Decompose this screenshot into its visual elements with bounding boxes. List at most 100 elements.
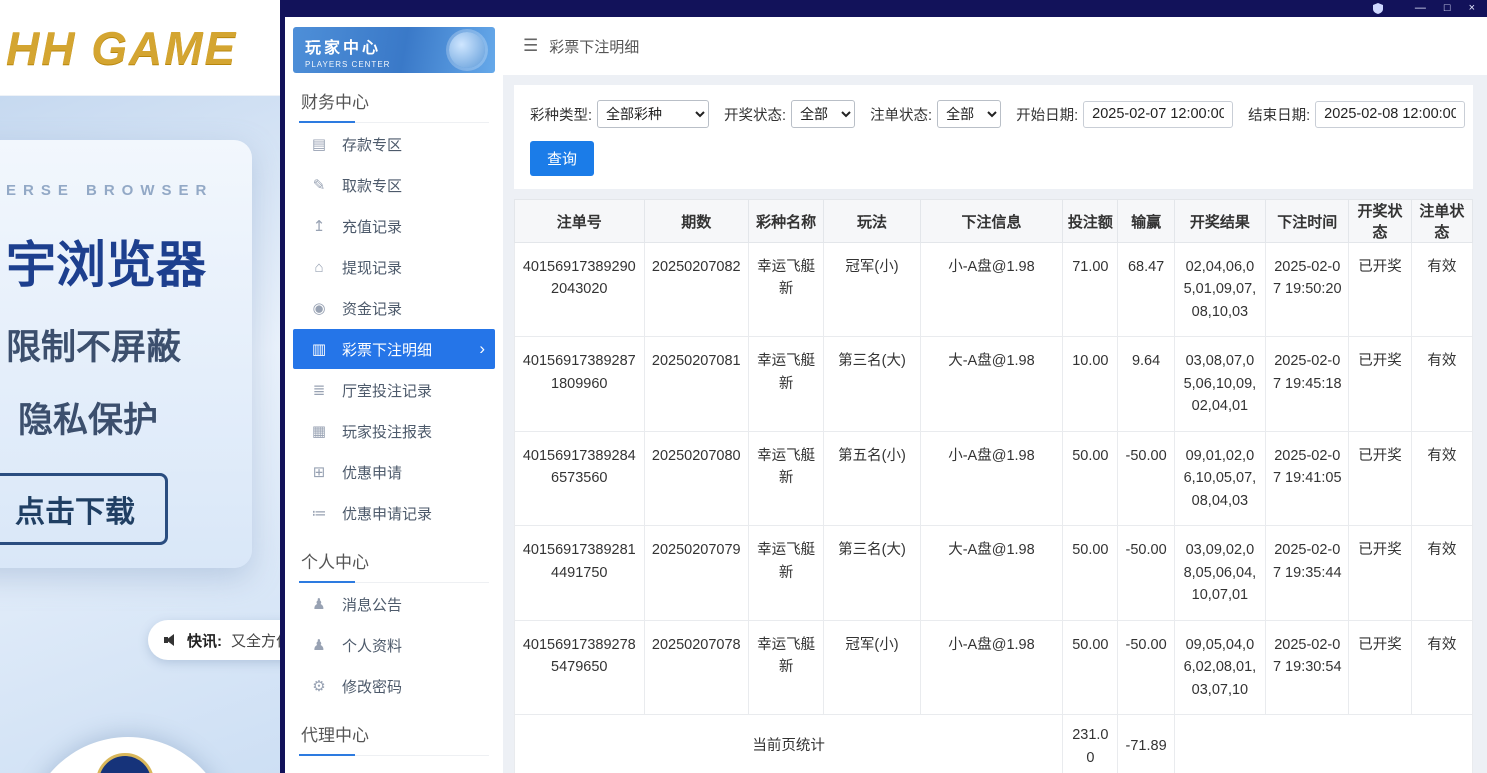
- sidebar-item-funds-record[interactable]: ◉ 资金记录: [293, 288, 495, 328]
- minimize-icon[interactable]: —: [1415, 3, 1426, 14]
- sidebar-item-label: 资金记录: [342, 300, 403, 318]
- sidebar-item-withdraw[interactable]: ✎ 取款专区: [293, 165, 495, 205]
- end-date-input[interactable]: [1315, 100, 1466, 128]
- table-cell: 已开奖: [1348, 430, 1412, 527]
- summary-label: 当前页统计: [513, 714, 1064, 773]
- table-cell: 小-A盘@1.98: [919, 430, 1064, 527]
- maximize-icon[interactable]: □: [1444, 3, 1451, 14]
- table-header-row: 注单号 期数 彩种名称 玩法 下注信息 投注额 输赢 开奖结果 下注时间 开奖状态 注单状态: [514, 199, 1474, 243]
- globe-icon: [449, 32, 485, 68]
- table-cell: 大-A盘@1.98: [919, 336, 1064, 432]
- browser-banner: ERSE BROWSER 宇浏览器 限制不屏蔽 刂隐私保护 点击下载: [0, 140, 252, 568]
- table-cell: 09,05,04,06,02,08,01,03,07,10: [1173, 619, 1267, 716]
- draw-status-label: 开奖状态:: [724, 107, 787, 124]
- bottom-logo-circle: [26, 737, 230, 773]
- announcement-icon: ♟: [312, 596, 326, 613]
- sidebar-item-password[interactable]: ⚙ 修改密码: [293, 666, 495, 706]
- column-header: 开奖结果: [1173, 199, 1267, 243]
- sidebar-item-report[interactable]: ▦ 玩家投注报表: [293, 411, 495, 451]
- table-cell: 幸运飞艇新: [747, 430, 825, 527]
- background-body: ERSE BROWSER 宇浏览器 限制不屏蔽 刂隐私保护 点击下载 快讯: 又…: [0, 96, 280, 773]
- table-cell: 50.00: [1062, 430, 1119, 527]
- table-cell: 第五名(小): [823, 430, 921, 527]
- table-cell: -50.00: [1117, 525, 1175, 621]
- lottery-type-select[interactable]: 全部彩种: [597, 100, 710, 128]
- table-cell: 50.00: [1062, 619, 1119, 716]
- table-cell: 有效: [1410, 525, 1474, 621]
- sidebar-item-withdrawal-record[interactable]: ⌂ 提现记录: [293, 247, 495, 287]
- column-header: 注单号: [514, 199, 645, 243]
- column-header: 注单状态: [1410, 199, 1474, 243]
- lottery-bets-icon: ▥: [311, 341, 327, 358]
- sidebar-item-label: 优惠申请记录: [342, 505, 433, 523]
- table-cell: 03,09,02,08,05,06,04,10,07,01: [1173, 525, 1267, 621]
- table-cell: 20250207082: [643, 241, 749, 338]
- summary-winloss-total: -71.89: [1117, 714, 1175, 773]
- player-center-window: — □ × 玩家中心 PLAYERS CENTER 财务中心 ▤ 存款专区 ✎ 取款专区…: [280, 0, 1487, 773]
- bets-table-card: 注单号 期数 彩种名称 玩法 下注信息 投注额 输赢 开奖结果 下注时间 开奖状态 注单状态 401…: [513, 199, 1474, 773]
- draw-status-filter: 开奖状态: 全部: [724, 100, 856, 128]
- table-cell: 有效: [1410, 241, 1474, 338]
- agent-item-icon: ▪: [310, 769, 328, 773]
- table-cell: 有效: [1410, 619, 1474, 716]
- table-cell: 有效: [1410, 430, 1474, 527]
- bet-status-select[interactable]: 全部: [937, 100, 1002, 128]
- promo-record-icon: ≔: [311, 505, 327, 522]
- window-titlebar: — □ ×: [280, 0, 1487, 17]
- page-header: ☰ 彩票下注明细: [503, 17, 1487, 75]
- table-cell: 50.00: [1062, 525, 1119, 621]
- sidebar-item-profile[interactable]: ♟ 个人资料: [293, 625, 495, 665]
- sidebar-item-announcement[interactable]: ♟ 消息公告: [293, 584, 495, 624]
- report-icon: ▦: [311, 423, 327, 440]
- table-cell: 71.00: [1062, 241, 1119, 338]
- sidebar-item-agent-item[interactable]: ▪: [293, 757, 495, 773]
- table-cell: 冠军(小): [823, 241, 921, 338]
- sidebar-item-lottery-bets[interactable]: ▥ 彩票下注明细 ›: [293, 329, 495, 369]
- table-cell: 冠军(小): [823, 619, 921, 716]
- sidebar-item-label: 充值记录: [342, 218, 403, 236]
- draw-status-select[interactable]: 全部: [791, 100, 856, 128]
- sidebar-item-hall-bets[interactable]: ≣ 厅室投注记录: [293, 370, 495, 410]
- sidebar-item-deposit[interactable]: ▤ 存款专区: [293, 124, 495, 164]
- hall-bets-icon: ≣: [312, 382, 326, 399]
- recharge-record-icon: ↥: [312, 218, 326, 235]
- sidebar-item-label: 消息公告: [342, 596, 403, 614]
- news-ticker[interactable]: 快讯: 又全方位: [148, 620, 280, 660]
- table-cell: 02,04,06,05,01,09,07,08,10,03: [1173, 241, 1267, 338]
- page-title: 彩票下注明细: [549, 38, 640, 56]
- filter-card: 彩种类型: 全部彩种 开奖状态: 全部 注单状态: 全部 开始日期: 2025-…: [514, 85, 1473, 189]
- table-cell: 幸运飞艇新: [747, 336, 825, 432]
- download-button[interactable]: 点击下载: [0, 473, 168, 545]
- sidebar-item-promo-record[interactable]: ≔ 优惠申请记录: [293, 493, 495, 533]
- table-cell: 幸运飞艇新: [747, 619, 825, 716]
- withdrawal-record-icon: ⌂: [314, 258, 324, 276]
- speaker-icon: [164, 634, 178, 646]
- bet-status-label: 注单状态:: [870, 107, 933, 124]
- column-header: 开奖状态: [1348, 199, 1412, 243]
- table-cell: 有效: [1410, 336, 1474, 432]
- sidebar-item-recharge-record[interactable]: ↥ 充值记录: [293, 206, 495, 246]
- sidebar-item-label: 厅室投注记录: [342, 382, 433, 400]
- ticker-text: 又全方位: [231, 632, 280, 650]
- table-cell: 20250207081: [643, 336, 749, 432]
- sidebar-item-label: 彩票下注明细: [342, 341, 433, 359]
- shield-icon[interactable]: [1372, 3, 1383, 14]
- end-date-filter: 结束日期:: [1248, 100, 1466, 128]
- sidebar-item-promo-apply[interactable]: ⊞ 优惠申请: [293, 452, 495, 492]
- table-cell: 09,01,02,06,10,05,07,08,04,03: [1173, 430, 1267, 527]
- banner-line-2: 刂隐私保护: [6, 392, 252, 443]
- search-button[interactable]: 查询: [530, 141, 595, 176]
- start-date-input[interactable]: [1083, 100, 1234, 128]
- column-header: 输赢: [1117, 199, 1175, 243]
- table-row: 401569173892785479650 20250207078 幸运飞艇新 冠军(…: [514, 619, 1474, 716]
- filter-row: 彩种类型: 全部彩种 开奖状态: 全部 注单状态: 全部 开始日期: 2025-…: [530, 100, 1466, 128]
- summary-empty: [1173, 714, 1474, 773]
- ticker-label: 快讯:: [187, 632, 222, 650]
- bet-status-filter: 注单状态: 全部: [870, 100, 1002, 128]
- table-cell: 401569173892871809960: [514, 336, 645, 432]
- hamburger-icon[interactable]: ☰: [523, 36, 538, 56]
- sidebar-section-title: 代理中心: [299, 721, 489, 756]
- close-icon[interactable]: ×: [1469, 3, 1475, 14]
- background-header: HH GAME: [0, 0, 280, 96]
- column-header: 期数: [643, 199, 749, 243]
